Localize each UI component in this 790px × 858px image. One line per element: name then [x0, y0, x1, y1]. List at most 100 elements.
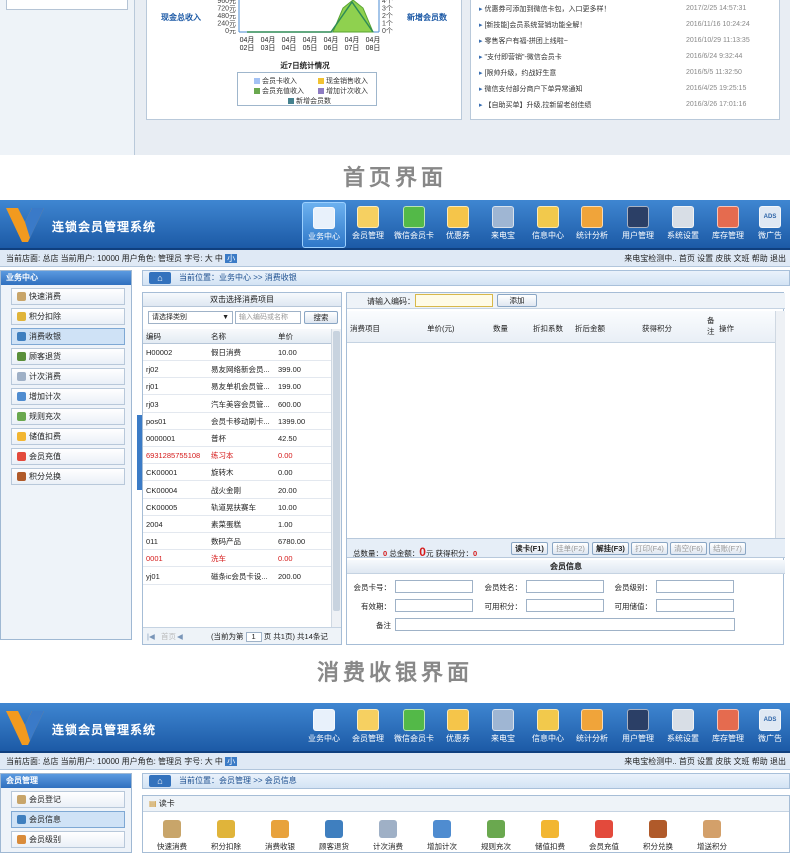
table-row[interactable]: rj03 汽车美容会员管... 600.00 [143, 396, 331, 413]
action-button[interactable]: 结账(F7) [709, 542, 746, 555]
nav-3[interactable]: 优惠券 [436, 705, 480, 751]
module-button[interactable]: 积分扣除 [199, 812, 253, 858]
nav-1[interactable]: 会员管理 [346, 202, 390, 248]
cart-col-header[interactable]: 备注 [707, 315, 715, 337]
table-row[interactable]: CK00005 轨道晃扶赛车 10.00 [143, 499, 331, 516]
news-item[interactable]: 【自助买单】升级,拉新留老创佳绩 [479, 100, 591, 110]
nav-8[interactable]: 系统设置 [661, 705, 705, 751]
news-item[interactable]: 零售客户有福-拼团上线啦~ [479, 36, 567, 46]
nav-8[interactable]: 系统设置 [661, 202, 705, 248]
sidebar-item[interactable]: 计次消费 [11, 368, 125, 385]
cart-scrollbar[interactable] [775, 311, 785, 538]
nav-4[interactable]: 来电宝 [481, 202, 525, 248]
sidebar-item[interactable]: 储值扣费 [11, 428, 125, 445]
nav-2[interactable]: 微信会员卡 [392, 202, 436, 248]
nav-9[interactable]: 库存管理 [706, 202, 750, 248]
member-field-input[interactable] [395, 580, 473, 593]
nav-1[interactable]: 会员管理 [346, 705, 390, 751]
nav-0[interactable]: 业务中心 [302, 202, 346, 248]
nav-2[interactable]: 微信会员卡 [392, 705, 436, 751]
sidebar-item[interactable]: 会员充值 [11, 448, 125, 465]
member-field-input[interactable] [526, 580, 604, 593]
cart-col-header[interactable]: 消费项目 [350, 323, 380, 334]
nav-0[interactable]: 业务中心 [302, 705, 346, 751]
sidebar-item[interactable]: 规则充次 [11, 408, 125, 425]
nav-7[interactable]: 用户管理 [616, 705, 660, 751]
cart-col-header[interactable]: 操作 [719, 323, 734, 334]
table-row[interactable]: pos01 会员卡移动刷卡... 1399.00 [143, 413, 331, 430]
member-field-input[interactable] [656, 580, 734, 593]
nav-3[interactable]: 优惠券 [436, 202, 480, 248]
code-input[interactable] [415, 294, 493, 307]
home-icon[interactable]: ⌂ [149, 272, 171, 284]
sidebar-item[interactable]: 消费收银 [11, 328, 125, 345]
news-item[interactable]: "支付即营销"-微信会员卡 [479, 52, 561, 62]
list-scrollbar[interactable] [331, 329, 341, 629]
sidebar-item[interactable]: 快速消费 [11, 288, 125, 305]
nav-5[interactable]: 信息中心 [526, 705, 570, 751]
table-row[interactable]: 011 数码产品 6780.00 [143, 533, 331, 551]
member-field-input[interactable] [395, 599, 473, 612]
nav-6[interactable]: 统计分析 [570, 705, 614, 751]
col-code[interactable]: 编码 [146, 329, 161, 344]
font-size-small[interactable]: 小 [225, 254, 238, 263]
collapse-handle[interactable] [137, 415, 142, 490]
member-field-input[interactable] [395, 618, 735, 631]
table-row[interactable]: 2004 素菜蛋糕 1.00 [143, 516, 331, 533]
font-size-small[interactable]: 小 [225, 757, 238, 766]
cart-col-header[interactable]: 单价(元) [427, 323, 455, 334]
module-button[interactable]: 规则充次 [469, 812, 523, 858]
cart-col-header[interactable]: 获得积分 [642, 323, 672, 334]
readcard-bar[interactable]: ▤ 读卡 [143, 796, 789, 812]
add-button[interactable]: 添加 [497, 294, 537, 307]
sidebar-item[interactable]: 会员级别 [11, 831, 125, 848]
nav-4[interactable]: 来电宝 [481, 705, 525, 751]
pager-prev-icon[interactable]: ◀ [177, 628, 183, 645]
home-icon[interactable]: ⌂ [149, 775, 171, 787]
nav-7[interactable]: 用户管理 [616, 202, 660, 248]
table-row[interactable]: yj01 磁条ic会员卡设... 200.00 [143, 568, 331, 585]
news-item[interactable]: 微信支付部分商户下单异常通知 [479, 84, 582, 94]
news-item[interactable]: [限帅升级，约战好生意 [479, 68, 556, 78]
module-button[interactable]: 快速消费 [145, 812, 199, 858]
member-field-input[interactable] [656, 599, 734, 612]
module-button[interactable]: 储值扣费 [523, 812, 577, 858]
news-item[interactable]: 优惠券可添加到微信卡包，入口更多样！ [479, 4, 610, 14]
module-button[interactable]: 消费收银 [253, 812, 307, 858]
news-item[interactable]: [新技能]会员系统营销功能全解！ [479, 20, 586, 30]
top-links[interactable]: 来电宝检测中.. 首页 设置 皮肤 文班 帮助 退出 [624, 250, 786, 267]
pager-first-icon[interactable]: |◀ [147, 628, 155, 645]
sidebar-item[interactable]: 会员信息 [11, 811, 125, 828]
nav-9[interactable]: 库存管理 [706, 705, 750, 751]
action-button[interactable]: 挂单(F2) [552, 542, 589, 555]
category-select[interactable]: 请选择类别 ▼ [148, 311, 233, 324]
nav-10[interactable]: ADS 微广告 [748, 705, 790, 751]
module-button[interactable]: 增加计次 [415, 812, 469, 858]
sidebar-item[interactable]: 积分扣除 [11, 308, 125, 325]
member-field-input[interactable] [526, 599, 604, 612]
table-row[interactable]: CK00001 旋转木 0.00 [143, 464, 331, 482]
search-button[interactable]: 搜索 [304, 311, 338, 324]
module-button[interactable]: 会员充值 [577, 812, 631, 858]
col-name[interactable]: 名称 [211, 329, 226, 344]
action-button[interactable]: 清空(F6) [670, 542, 707, 555]
nav-6[interactable]: 统计分析 [570, 202, 614, 248]
action-button[interactable]: 打印(F4) [631, 542, 668, 555]
table-row[interactable]: H00002 假日消费 10.00 [143, 344, 331, 361]
table-row[interactable]: rj01 易友单机会员管... 199.00 [143, 378, 331, 396]
cart-col-header[interactable]: 折后金额 [575, 323, 605, 334]
pager-page-input[interactable]: 1 [245, 632, 262, 642]
sidebar-item[interactable]: 顾客退货 [11, 348, 125, 365]
sidebar-item[interactable]: 会员登记 [11, 791, 125, 808]
sidebar-item[interactable]: 积分兑换 [11, 468, 125, 485]
action-button[interactable]: 读卡(F1) [511, 542, 548, 555]
cart-col-header[interactable]: 数量 [493, 323, 508, 334]
search-input[interactable]: 输入编码或名称 [235, 311, 301, 324]
nav-5[interactable]: 信息中心 [526, 202, 570, 248]
action-button[interactable]: 解挂(F3) [592, 542, 629, 555]
table-row[interactable]: rj02 易友网络新会员... 399.00 [143, 361, 331, 379]
top-links[interactable]: 来电宝检测中.. 首页 设置 皮肤 文班 帮助 退出 [624, 753, 786, 770]
col-price[interactable]: 单价 [278, 329, 293, 344]
nav-10[interactable]: ADS 微广告 [748, 202, 790, 248]
module-button[interactable]: 计次消费 [361, 812, 415, 858]
